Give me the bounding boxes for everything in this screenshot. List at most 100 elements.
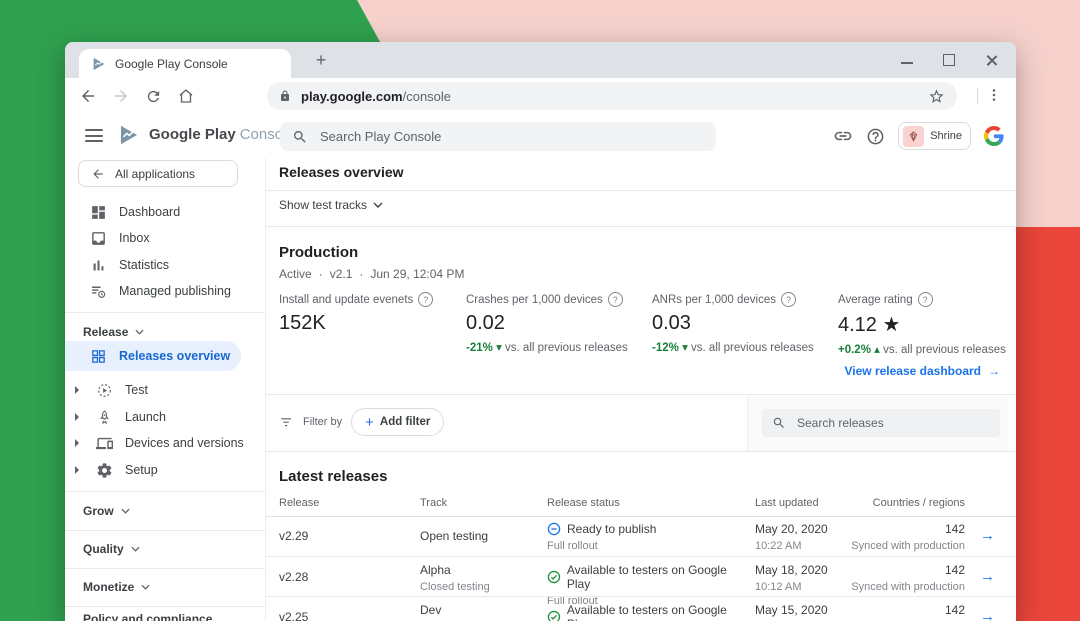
window-close-button[interactable] — [985, 54, 998, 67]
sidebar-item-managed-publishing[interactable]: Managed publishing — [65, 278, 265, 304]
sidebar-item-setup[interactable]: Setup — [65, 457, 265, 483]
sidebar-item-inbox[interactable]: Inbox — [65, 225, 265, 251]
search-icon — [773, 417, 784, 428]
help-icon[interactable]: ? — [607, 292, 623, 307]
countries-count: 142 — [944, 563, 965, 577]
metric-value: 0.02 — [466, 312, 505, 334]
sidebar-divider — [65, 312, 265, 313]
play-console-logo[interactable]: Google Play Console — [117, 123, 295, 147]
show-test-tracks-toggle[interactable]: Show test tracks — [279, 198, 383, 212]
sidebar-section-monetize[interactable]: Monetize — [83, 580, 150, 594]
open-release-arrow[interactable]: → — [980, 568, 1002, 585]
countries-sub: Synced with production — [851, 540, 965, 552]
expand-icon[interactable] — [75, 466, 79, 474]
filter-icon — [281, 417, 291, 426]
reload-icon[interactable] — [145, 88, 162, 105]
column-header: Countries / regions — [872, 497, 965, 509]
lock-icon — [281, 90, 289, 101]
metric-value: 152K — [279, 312, 326, 334]
metric-delta: -12% — [652, 342, 679, 354]
managed-publishing-icon — [92, 286, 106, 298]
chevron-down-icon — [135, 329, 144, 335]
link-icon[interactable] — [833, 126, 853, 146]
all-applications-button[interactable]: All applications — [78, 160, 238, 187]
sidebar-section-release[interactable]: Release — [83, 325, 144, 339]
browser-tab[interactable]: Google Play Console — [79, 49, 291, 78]
production-subtitle: Active · v2.1 · Jun 29, 12:04 PM — [279, 267, 464, 281]
release-version: v2.25 — [279, 610, 309, 621]
console-search-input[interactable] — [318, 128, 704, 145]
help-icon[interactable]: ? — [418, 292, 434, 307]
sidebar-item-launch[interactable]: Launch — [65, 404, 265, 430]
metric-crashes: Crashes per 1,000 devices? 0.02 -21% ▾ v… — [466, 292, 650, 354]
column-header: Track — [420, 497, 448, 509]
sidebar-section-grow[interactable]: Grow — [83, 504, 130, 518]
sidebar-item-test[interactable]: Test — [65, 377, 265, 403]
url-bar[interactable]: play.google.com /console — [267, 82, 957, 110]
search-releases-input[interactable] — [795, 415, 990, 431]
sidebar-item-releases-overview[interactable]: Releases overview — [65, 341, 241, 371]
back-arrow-icon — [93, 168, 103, 179]
sidebar-section-quality[interactable]: Quality — [83, 542, 140, 556]
add-filter-button[interactable]: + Add filter — [351, 408, 445, 436]
sidebar-item-label: Inbox — [119, 231, 150, 245]
browser-menu-icon[interactable] — [986, 87, 1002, 103]
desktop-background: Google Play Console + play.google.com /c… — [0, 0, 1080, 621]
plus-icon: + — [365, 413, 374, 431]
app-body: All applications Dashboard Inbox Statist… — [65, 158, 1016, 621]
sidebar-divider — [65, 606, 265, 607]
metric-rating: Average rating? 4.12 ★ +0.2% ▴ vs. all p… — [838, 292, 1006, 356]
release-rollout: Full rollout — [547, 540, 598, 552]
metric-delta: +0.2% — [838, 344, 871, 356]
url-path: /console — [402, 88, 452, 104]
expand-icon[interactable] — [75, 413, 79, 421]
sidebar: All applications Dashboard Inbox Statist… — [65, 158, 266, 621]
production-title: Production — [279, 244, 359, 261]
sidebar-item-dashboard[interactable]: Dashboard — [65, 199, 265, 225]
home-icon[interactable] — [177, 87, 195, 105]
menu-icon[interactable] — [85, 129, 103, 142]
back-icon[interactable] — [79, 87, 97, 105]
chevron-down-icon — [131, 546, 140, 552]
help-icon[interactable]: ? — [781, 292, 797, 307]
star-icon: ★ — [882, 314, 901, 336]
sidebar-divider — [65, 568, 265, 569]
table-row[interactable]: v2.25 Dev Closed testing Available to te… — [266, 596, 1016, 621]
table-row[interactable]: v2.29 Open testing Ready to publish Full… — [266, 516, 1016, 556]
help-icon[interactable]: ? — [917, 292, 933, 307]
all-applications-label: All applications — [115, 166, 196, 181]
sidebar-item-devices-and-versions[interactable]: Devices and versions — [65, 430, 265, 456]
new-tab-button[interactable]: + — [308, 47, 334, 73]
url-host: play.google.com — [301, 88, 403, 104]
expand-icon[interactable] — [75, 439, 79, 447]
browser-toolbar: play.google.com /console — [65, 78, 1016, 115]
sidebar-item-statistics[interactable]: Statistics — [65, 252, 265, 278]
search-releases[interactable] — [762, 409, 1000, 437]
console-search[interactable] — [280, 122, 716, 151]
release-status: Available to testers on Google Play — [566, 603, 727, 621]
logo-text-primary: Google Play — [149, 126, 236, 143]
table-row[interactable]: v2.28 Alpha Closed testing Available to … — [266, 556, 1016, 607]
forward-icon[interactable] — [112, 87, 130, 105]
sidebar-section-policy[interactable]: Policy and compliance — [83, 612, 212, 621]
view-release-dashboard-link[interactable]: View release dashboard → — [844, 364, 1000, 378]
production-version: v2.1 — [329, 267, 353, 281]
account-name: Shrine — [930, 130, 962, 142]
release-track: Open testing — [420, 529, 489, 543]
expand-icon[interactable] — [75, 386, 79, 394]
help-icon[interactable] — [866, 127, 885, 146]
separator-dot: · — [318, 267, 323, 281]
google-account-icon[interactable] — [984, 126, 1004, 146]
test-icon — [98, 383, 111, 397]
account-switcher[interactable]: Shrine — [898, 122, 971, 150]
open-release-arrow[interactable]: → — [980, 527, 1002, 544]
window-maximize-button[interactable] — [943, 54, 955, 66]
latest-releases-title: Latest releases — [279, 468, 388, 485]
sidebar-item-label: Test — [125, 383, 148, 397]
bookmark-star-icon[interactable] — [928, 88, 945, 105]
window-minimize-button[interactable] — [901, 62, 913, 64]
release-track: Dev — [420, 603, 442, 617]
page-title: Releases overview — [279, 164, 404, 180]
open-release-arrow[interactable]: → — [980, 608, 1002, 621]
table-header: Release Track Release status Last update… — [266, 494, 1016, 517]
